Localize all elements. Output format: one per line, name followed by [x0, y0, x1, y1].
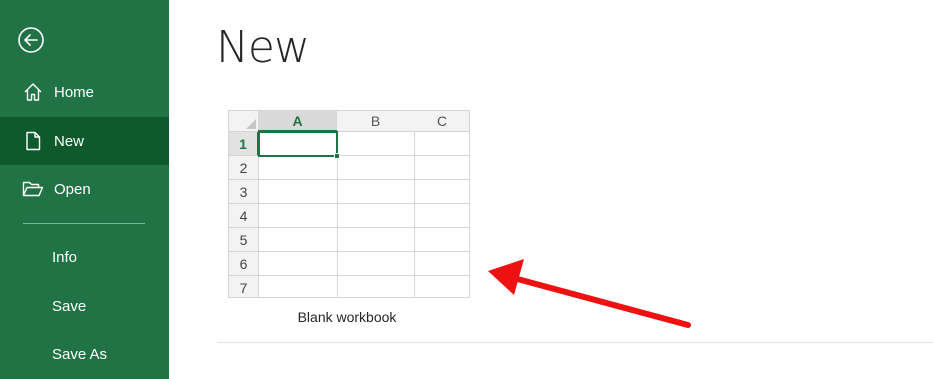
arrow-head	[488, 259, 524, 295]
grid-cell	[337, 156, 415, 180]
row-header: 4	[229, 204, 259, 228]
nav-item-home[interactable]: Home	[0, 68, 169, 116]
annotation-arrow	[488, 259, 691, 328]
nav-item-label: New	[54, 132, 85, 150]
nav-item-label: Info	[52, 248, 78, 266]
folder-open-icon	[22, 178, 44, 200]
grid-cell	[337, 180, 415, 204]
grid-cell	[337, 204, 415, 228]
grid-cell	[414, 180, 469, 204]
grid-cell	[337, 228, 415, 252]
sidebar-divider	[23, 223, 145, 224]
backstage-sidebar: Home New Open Info Save Save As	[0, 0, 169, 379]
arrow-shaft	[507, 274, 691, 328]
grid-cell	[414, 132, 469, 156]
nav-item-label: Save	[52, 297, 87, 315]
nav-item-save-as[interactable]: Save As	[0, 330, 169, 378]
grid-cell	[258, 180, 338, 204]
template-caption: Blank workbook	[297, 309, 397, 325]
row-header: 3	[229, 180, 259, 204]
nav-item-label: Save As	[52, 345, 108, 363]
nav-item-new[interactable]: New	[0, 117, 169, 165]
back-button[interactable]	[17, 26, 45, 54]
page-title: New	[216, 22, 310, 73]
grid-cell	[258, 204, 338, 228]
grid-cell	[258, 228, 338, 252]
row-header: 6	[229, 252, 259, 276]
nav-item-label: Open	[54, 180, 91, 198]
column-header: B	[337, 111, 415, 132]
grid-cell	[337, 132, 415, 156]
grid-cell	[414, 228, 469, 252]
grid-cell	[414, 156, 469, 180]
grid-cell	[414, 276, 469, 297]
back-arrow-icon	[18, 27, 44, 53]
row-header: 2	[229, 156, 259, 180]
nav-item-label: Home	[54, 83, 95, 101]
new-document-icon	[22, 130, 44, 152]
grid-cell	[414, 252, 469, 276]
grid-cell	[337, 252, 415, 276]
home-icon	[22, 81, 44, 103]
grid-cell	[258, 252, 338, 276]
column-header: A	[258, 111, 338, 132]
grid-cell	[414, 204, 469, 228]
grid-cell	[258, 156, 338, 180]
nav-item-save[interactable]: Save	[0, 282, 169, 330]
grid-cell	[337, 276, 415, 297]
column-header: C	[414, 111, 469, 132]
nav-item-info[interactable]: Info	[0, 233, 169, 281]
row-header: 5	[229, 228, 259, 252]
grid-cell	[258, 276, 338, 297]
row-header: 7	[229, 276, 259, 297]
row-header: 1	[229, 132, 259, 156]
section-divider	[217, 342, 933, 343]
selected-cell	[258, 131, 338, 157]
fill-handle	[334, 153, 340, 159]
select-all-corner	[229, 111, 259, 132]
nav-item-open[interactable]: Open	[0, 165, 169, 213]
blank-workbook-template[interactable]: A B C 1 2 3 4 5 6 7	[228, 110, 470, 298]
